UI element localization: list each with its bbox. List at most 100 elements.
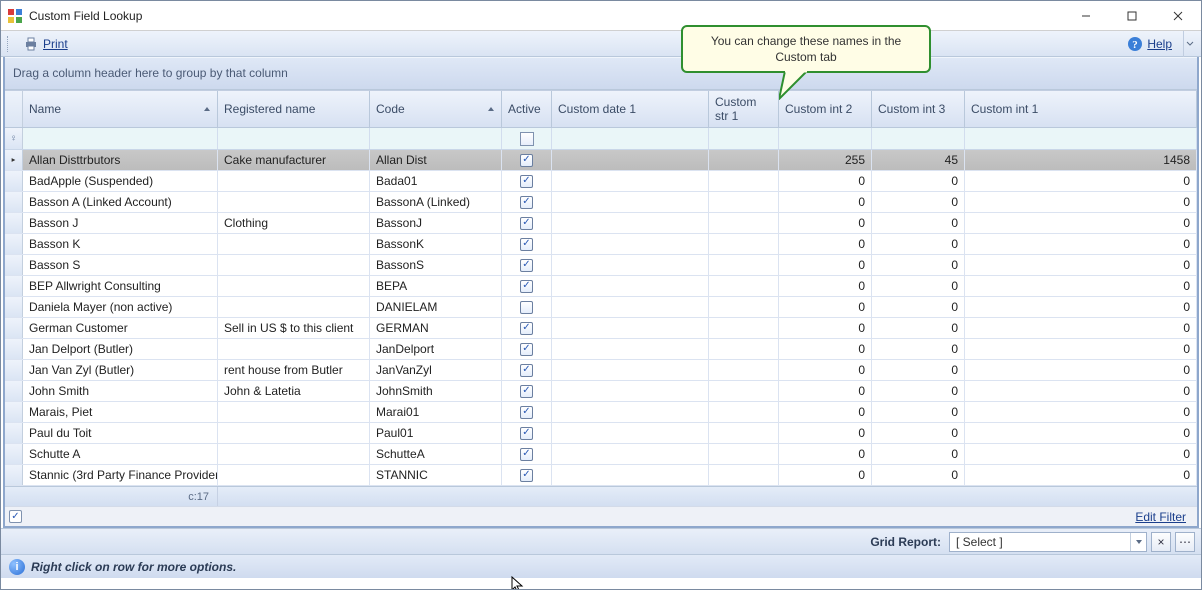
app-icon bbox=[7, 8, 23, 24]
cell bbox=[218, 192, 370, 212]
checkbox-icon[interactable] bbox=[520, 280, 533, 293]
cell-active bbox=[502, 276, 552, 296]
cell: 0 bbox=[779, 213, 872, 233]
cell-active bbox=[502, 318, 552, 338]
table-row[interactable]: BEP Allwright ConsultingBEPA000 bbox=[5, 276, 1197, 297]
checkbox-icon[interactable] bbox=[520, 259, 533, 272]
row-indicator bbox=[5, 297, 23, 317]
cell bbox=[552, 465, 709, 485]
cell bbox=[552, 276, 709, 296]
toolbar-overflow-button[interactable] bbox=[1183, 31, 1195, 57]
filter-code[interactable] bbox=[370, 128, 502, 149]
filter-ci1[interactable] bbox=[965, 128, 1197, 149]
help-label: Help bbox=[1147, 37, 1172, 51]
cell-active bbox=[502, 150, 552, 170]
table-row[interactable]: Marais, PietMarai01000 bbox=[5, 402, 1197, 423]
minimize-button[interactable] bbox=[1063, 1, 1109, 31]
filter-ci2[interactable] bbox=[779, 128, 872, 149]
table-row[interactable]: Basson A (Linked Account)BassonA (Linked… bbox=[5, 192, 1197, 213]
cell: 0 bbox=[965, 234, 1197, 254]
table-row[interactable]: BadApple (Suspended)Bada01000 bbox=[5, 171, 1197, 192]
cell: Jan Van Zyl (Butler) bbox=[23, 360, 218, 380]
table-row[interactable]: Basson JClothingBassonJ000 bbox=[5, 213, 1197, 234]
cell: Marais, Piet bbox=[23, 402, 218, 422]
table-row[interactable]: John SmithJohn & LatetiaJohnSmith000 bbox=[5, 381, 1197, 402]
checkbox-icon[interactable] bbox=[520, 175, 533, 188]
row-indicator bbox=[5, 465, 23, 485]
chevron-down-icon[interactable] bbox=[1130, 533, 1146, 551]
cell: 0 bbox=[872, 297, 965, 317]
table-row[interactable]: Basson SBassonS000 bbox=[5, 255, 1197, 276]
checkbox-icon[interactable] bbox=[520, 427, 533, 440]
checkbox-icon[interactable] bbox=[520, 364, 533, 377]
filter-registered[interactable] bbox=[218, 128, 370, 149]
checkbox-icon[interactable] bbox=[520, 448, 533, 461]
cell: 0 bbox=[872, 171, 965, 191]
checkbox-icon[interactable] bbox=[520, 238, 533, 251]
checkbox-icon[interactable] bbox=[520, 322, 533, 335]
checkbox-icon[interactable] bbox=[520, 385, 533, 398]
table-row[interactable]: Allan DisttrbutorsCake manufacturerAllan… bbox=[5, 150, 1197, 171]
cell: John & Latetia bbox=[218, 381, 370, 401]
toolbar: Print ? Help bbox=[1, 31, 1201, 57]
checkbox-icon[interactable] bbox=[520, 469, 533, 482]
filter-active[interactable] bbox=[502, 128, 552, 149]
col-header-custom-date-1[interactable]: Custom date 1 bbox=[552, 91, 709, 127]
cell: 0 bbox=[965, 213, 1197, 233]
cell bbox=[709, 255, 779, 275]
table-row[interactable]: Schutte ASchutteA000 bbox=[5, 444, 1197, 465]
edit-filter-button[interactable]: Edit Filter bbox=[1128, 508, 1193, 526]
checkbox-icon[interactable] bbox=[520, 406, 533, 419]
cell: Stannic (3rd Party Finance Provider) bbox=[23, 465, 218, 485]
filter-cs1[interactable] bbox=[709, 128, 779, 149]
col-header-registered[interactable]: Registered name bbox=[218, 91, 370, 127]
checkbox-icon[interactable] bbox=[520, 154, 533, 167]
filter-active-checkbox[interactable] bbox=[520, 132, 534, 146]
grid-report-select[interactable]: [ Select ] bbox=[949, 532, 1147, 552]
cell-active bbox=[502, 234, 552, 254]
cell: Bada01 bbox=[370, 171, 502, 191]
cell bbox=[552, 150, 709, 170]
checkbox-icon[interactable] bbox=[520, 301, 533, 314]
report-more-button[interactable]: ⋯ bbox=[1175, 532, 1195, 552]
checkbox-icon[interactable] bbox=[520, 217, 533, 230]
col-header-name[interactable]: Name bbox=[23, 91, 218, 127]
cell: 0 bbox=[872, 465, 965, 485]
table-row[interactable]: Basson KBassonK000 bbox=[5, 234, 1197, 255]
table-row[interactable]: German CustomerSell in US $ to this clie… bbox=[5, 318, 1197, 339]
filter-name[interactable] bbox=[23, 128, 218, 149]
grid-report-value: [ Select ] bbox=[950, 535, 1130, 549]
cell bbox=[709, 423, 779, 443]
cell: BadApple (Suspended) bbox=[23, 171, 218, 191]
table-row[interactable]: Paul du ToitPaul01000 bbox=[5, 423, 1197, 444]
cell-active bbox=[502, 423, 552, 443]
maximize-button[interactable] bbox=[1109, 1, 1155, 31]
col-header-custom-int-3[interactable]: Custom int 3 bbox=[872, 91, 965, 127]
table-row[interactable]: Stannic (3rd Party Finance Provider)STAN… bbox=[5, 465, 1197, 486]
cell bbox=[552, 171, 709, 191]
col-header-code[interactable]: Code bbox=[370, 91, 502, 127]
table-row[interactable]: Jan Delport (Butler)JanDelport000 bbox=[5, 339, 1197, 360]
filter-enabled-checkbox[interactable] bbox=[9, 510, 22, 523]
row-indicator bbox=[5, 234, 23, 254]
close-button[interactable] bbox=[1155, 1, 1201, 31]
table-row[interactable]: Jan Van Zyl (Butler)rent house from Butl… bbox=[5, 360, 1197, 381]
grid-body[interactable]: Allan DisttrbutorsCake manufacturerAllan… bbox=[5, 150, 1197, 486]
group-by-bar[interactable]: Drag a column header here to group by th… bbox=[5, 57, 1197, 90]
print-button[interactable]: Print bbox=[16, 33, 75, 55]
checkbox-icon[interactable] bbox=[520, 196, 533, 209]
col-header-custom-int-1[interactable]: Custom int 1 bbox=[965, 91, 1197, 127]
cell: 0 bbox=[779, 318, 872, 338]
cursor-icon bbox=[511, 576, 525, 590]
col-header-active[interactable]: Active bbox=[502, 91, 552, 127]
help-button[interactable]: ? Help bbox=[1120, 33, 1179, 55]
filter-cd1[interactable] bbox=[552, 128, 709, 149]
table-row[interactable]: Daniela Mayer (non active)DANIELAM000 bbox=[5, 297, 1197, 318]
cell bbox=[552, 423, 709, 443]
report-clear-button[interactable]: × bbox=[1151, 532, 1171, 552]
cell bbox=[552, 192, 709, 212]
cell bbox=[218, 465, 370, 485]
filter-ci3[interactable] bbox=[872, 128, 965, 149]
col-header-custom-str-1[interactable]: Custom str 1 bbox=[709, 91, 779, 127]
checkbox-icon[interactable] bbox=[520, 343, 533, 356]
